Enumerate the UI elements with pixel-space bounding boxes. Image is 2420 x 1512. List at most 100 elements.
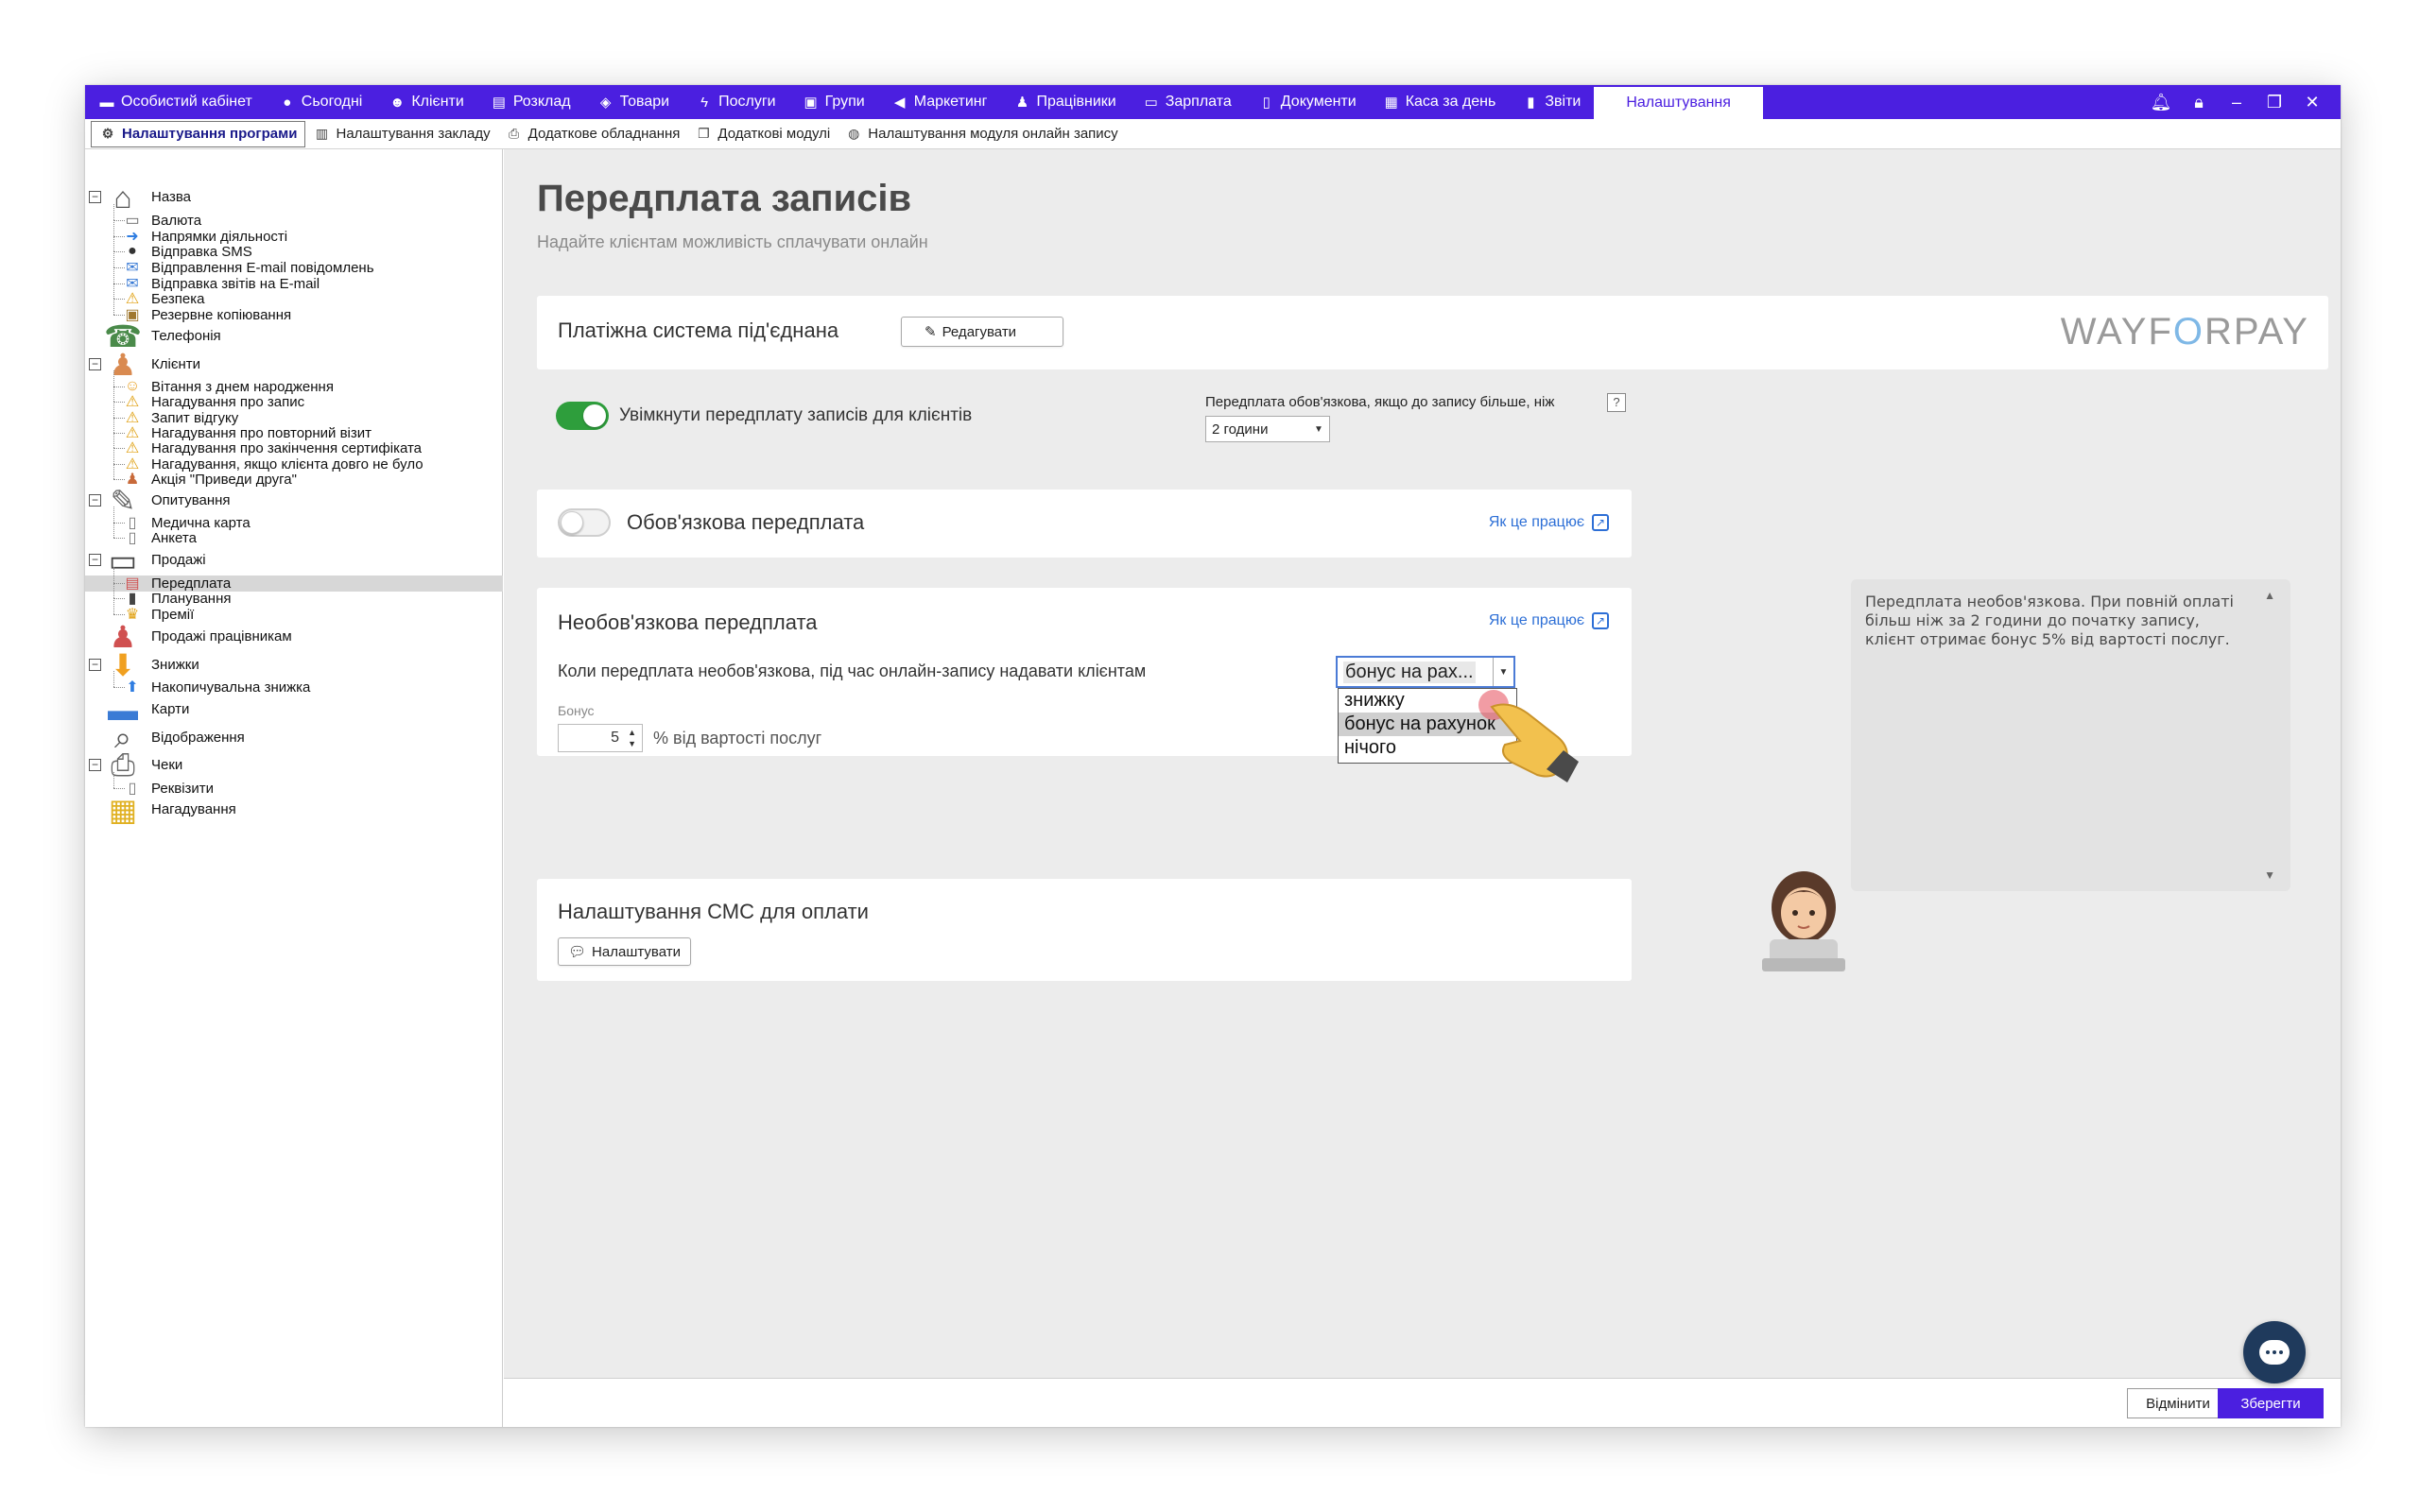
tree-item-label: Відправка SMS bbox=[151, 244, 252, 260]
tree-expander[interactable]: − bbox=[89, 191, 101, 203]
tree-expander[interactable]: − bbox=[89, 358, 101, 370]
bonus-percent-stepper[interactable]: 5 ▲ ▼ bbox=[558, 724, 643, 752]
tab-online-booking-settings[interactable]: ◍ Налаштування модуля онлайн запису bbox=[838, 121, 1125, 147]
tree-item-label: Продажі bbox=[151, 552, 206, 568]
tree-connector bbox=[113, 567, 114, 583]
tab-additional-modules[interactable]: ❐ Додаткові модулі bbox=[687, 121, 838, 147]
tree-item[interactable]: − ▭ Продажі bbox=[85, 543, 503, 577]
tree-expander[interactable]: − bbox=[89, 494, 101, 507]
how-it-works-link-mandatory[interactable]: Як це працює ↗ bbox=[1489, 514, 1609, 531]
bar-chart-icon: ▮ bbox=[1527, 94, 1535, 111]
tree-item-label: Відображення bbox=[151, 730, 245, 746]
tree-item[interactable]: − ⎙ Чеки bbox=[85, 747, 503, 782]
scroll-down-icon[interactable]: ▼ bbox=[2264, 868, 2275, 882]
tree-item[interactable]: ✉ Відправка звітів на E-mail bbox=[85, 267, 503, 292]
tree-item[interactable]: ▦ Нагадування bbox=[85, 793, 503, 827]
external-link-icon: ↗ bbox=[1592, 612, 1609, 629]
tree-item[interactable]: ✉ Відправлення E-mail повідомлень bbox=[85, 251, 503, 276]
bell-icon[interactable]: 🔔︎ bbox=[2142, 93, 2180, 112]
top-navigation: ▬ Особистий кабінет ● Сьогодні ☻ Клієнти ▤ Р… bbox=[85, 85, 2341, 119]
tree-item-label: Телефонія bbox=[151, 328, 221, 344]
help-icon[interactable]: ? bbox=[1607, 393, 1626, 412]
tree-item[interactable]: ➜ Напрямки діяльності bbox=[85, 220, 503, 245]
user-circle-icon: ☻ bbox=[389, 94, 406, 111]
mandatory-threshold-select[interactable]: 2 години ▼ bbox=[1205, 416, 1330, 442]
nav-employees[interactable]: ♟ Працівники bbox=[1000, 85, 1129, 119]
tree-item[interactable]: − ⌂ Назва bbox=[85, 180, 503, 215]
nav-clients[interactable]: ☻ Клієнти bbox=[375, 85, 476, 119]
tree-item[interactable]: − ✎ Опитування bbox=[85, 484, 503, 518]
footer-bar: Відмінити Зберегти bbox=[504, 1378, 2341, 1427]
reward-type-select[interactable]: бонус на рах... ▼ bbox=[1336, 656, 1515, 688]
tree-expander[interactable]: − bbox=[89, 659, 101, 671]
page-title: Передплата записів bbox=[537, 178, 912, 219]
nav-groups[interactable]: ▣ Групи bbox=[789, 85, 878, 119]
tree-item[interactable]: ▯ Медична карта bbox=[85, 507, 503, 531]
tree-item[interactable]: ▮ Планування bbox=[85, 582, 503, 607]
tree-item[interactable]: ▤ Передплата bbox=[85, 567, 503, 592]
mandatory-prepayment-toggle[interactable] bbox=[558, 508, 611, 537]
mandatory-prepayment-title: Обов'язкова передплата bbox=[627, 510, 865, 534]
tree-item[interactable]: ⚠ Нагадування про повторний візит bbox=[85, 417, 503, 441]
nav-cash-daily[interactable]: ▦ Каса за день bbox=[1370, 85, 1510, 119]
tree-connector bbox=[113, 204, 114, 220]
save-button[interactable]: Зберегти bbox=[2218, 1388, 2324, 1418]
tree-item[interactable]: ⚠ Безпека bbox=[85, 283, 503, 307]
mandatory-prepayment-card: Обов'язкова передплата Як це працює ↗ bbox=[537, 490, 1632, 558]
tree-item[interactable]: ⚠ Нагадування, якщо клієнта довго не було bbox=[85, 448, 503, 472]
nav-goods[interactable]: ◈ Товари bbox=[584, 85, 683, 119]
close-icon[interactable]: ✕ bbox=[2293, 93, 2331, 112]
stepper-arrows-icon[interactable]: ▲ ▼ bbox=[628, 727, 636, 749]
configure-sms-button[interactable]: 💬︎ Налаштувати bbox=[558, 937, 691, 966]
tree-item-label: Запит відгуку bbox=[151, 410, 239, 426]
tab-program-settings[interactable]: ⚙ Налаштування програми bbox=[91, 120, 306, 147]
chat-button[interactable] bbox=[2243, 1321, 2306, 1383]
main-content: Передплата записів Надайте клієнтам можл… bbox=[504, 149, 2341, 1378]
assistant-avatar bbox=[1756, 868, 1851, 971]
chevron-down-icon: ▼ bbox=[1493, 658, 1513, 686]
tree-item[interactable]: ⚠ Нагадування про запис bbox=[85, 386, 503, 410]
tree-item-label: Клієнти bbox=[151, 356, 201, 372]
nav-salary[interactable]: ▭ Зарплата bbox=[1130, 85, 1245, 119]
optional-prepayment-title: Необов'язкова передплата bbox=[558, 610, 818, 634]
nav-documents[interactable]: ▯ Документи bbox=[1245, 85, 1370, 119]
tree-item-label: Карти bbox=[151, 701, 190, 717]
tab-additional-equipment[interactable]: ⎙ Додаткове обладнання bbox=[498, 121, 688, 147]
minimize-icon[interactable]: – bbox=[2218, 93, 2256, 112]
tree-item-label: Назва bbox=[151, 189, 192, 205]
tree-item[interactable]: ⚠ Запит відгуку bbox=[85, 402, 503, 426]
tree-item[interactable]: − ⬇ Знижки bbox=[85, 648, 503, 682]
tree-expander[interactable]: − bbox=[89, 759, 101, 771]
tree-expander[interactable]: − bbox=[89, 554, 101, 566]
how-it-works-link-optional[interactable]: Як це працює ↗ bbox=[1489, 612, 1609, 629]
tree-item-label: Нагадування bbox=[151, 801, 236, 817]
nav-schedule[interactable]: ▤ Розклад bbox=[477, 85, 584, 119]
nav-reports[interactable]: ▮ Звіти bbox=[1509, 85, 1594, 119]
restore-icon[interactable]: ❐ bbox=[2256, 93, 2293, 112]
note-icon: ▦ bbox=[108, 793, 138, 827]
tree-connector bbox=[113, 235, 114, 251]
tab-establishment-settings[interactable]: ▥ Налаштування закладу bbox=[305, 121, 497, 147]
cancel-button[interactable]: Відмінити bbox=[2127, 1388, 2229, 1418]
tree-connector bbox=[113, 598, 114, 614]
edit-payment-button[interactable]: ✎ Редагувати bbox=[901, 317, 1063, 347]
scroll-up-icon[interactable]: ▲ bbox=[2264, 589, 2275, 602]
nav-marketing[interactable]: ◀ Маркетинг bbox=[878, 85, 1001, 119]
tree-item-label: Опитування bbox=[151, 492, 231, 508]
nav-settings[interactable]: Налаштування bbox=[1594, 87, 1763, 119]
tree-item[interactable]: ● Відправка SMS bbox=[85, 235, 503, 260]
tree-item[interactable]: ▭ Валюта bbox=[85, 204, 503, 229]
enable-prepayment-toggle[interactable] bbox=[556, 402, 609, 430]
tree-connector bbox=[113, 463, 114, 479]
tree-item[interactable]: − ♟ Клієнти bbox=[85, 348, 503, 382]
external-link-icon: ↗ bbox=[1592, 514, 1609, 531]
wallet-icon: ▬ bbox=[99, 94, 114, 111]
tree-item[interactable]: ☺ Вітання з днем народження bbox=[85, 370, 503, 395]
tree-item-label: Відправка звітів на E-mail bbox=[151, 276, 320, 292]
nav-today[interactable]: ● Сьогодні bbox=[266, 85, 376, 119]
tree-item[interactable]: ⚠ Нагадування про закінчення сертифіката bbox=[85, 432, 503, 456]
lock-icon[interactable]: 🔒︎ bbox=[2180, 93, 2218, 112]
tree-item-label: Нагадування про запис bbox=[151, 394, 305, 410]
nav-personal-cabinet[interactable]: ▬ Особистий кабінет bbox=[85, 85, 266, 119]
nav-services[interactable]: ϟ Послуги bbox=[683, 85, 789, 119]
